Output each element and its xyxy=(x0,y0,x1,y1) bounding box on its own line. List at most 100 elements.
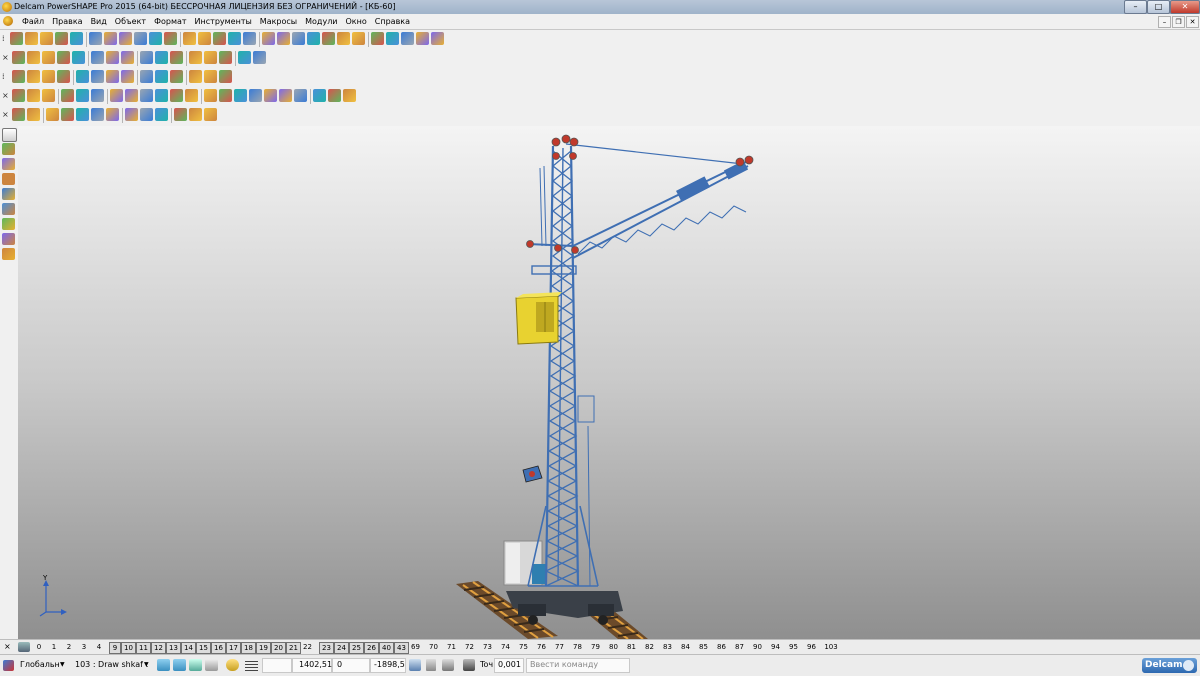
side-icon[interactable] xyxy=(42,51,55,64)
menu-item[interactable]: Окно xyxy=(342,17,371,26)
menu-item[interactable]: Файл xyxy=(18,17,48,26)
loft-icon[interactable] xyxy=(76,89,89,102)
level-button[interactable]: 81 xyxy=(625,642,638,652)
wrap-icon[interactable] xyxy=(294,89,307,102)
pen-icon[interactable] xyxy=(164,32,177,45)
measure-icon[interactable] xyxy=(442,659,454,671)
toolbar-close-icon[interactable]: × xyxy=(2,109,9,120)
feature-icon[interactable] xyxy=(189,108,202,121)
link-icon[interactable] xyxy=(219,70,232,83)
print-icon[interactable] xyxy=(55,32,68,45)
menu-item[interactable]: Правка xyxy=(48,17,86,26)
level-button[interactable]: 16 xyxy=(211,642,226,654)
fillet-icon[interactable] xyxy=(155,89,168,102)
level-button[interactable]: 2 xyxy=(64,642,74,652)
mesh-icon[interactable] xyxy=(322,32,335,45)
level-button[interactable]: 19 xyxy=(256,642,271,654)
maximize-button[interactable]: □ xyxy=(1147,0,1170,14)
paste-icon[interactable] xyxy=(119,32,132,45)
graphics-viewport[interactable]: Y xyxy=(18,126,1200,639)
pan-icon[interactable] xyxy=(106,51,119,64)
level-button[interactable]: 17 xyxy=(226,642,241,654)
level-button[interactable]: 77 xyxy=(553,642,566,652)
box-icon[interactable] xyxy=(121,70,134,83)
sweep-icon[interactable] xyxy=(61,89,74,102)
level-button[interactable]: 40 xyxy=(379,642,394,654)
level-button[interactable]: 12 xyxy=(151,642,166,654)
iso-icon[interactable] xyxy=(57,51,70,64)
tolerance-icon[interactable] xyxy=(463,659,475,671)
zoom-out-icon[interactable] xyxy=(140,51,153,64)
shade-icon[interactable] xyxy=(307,32,320,45)
wire-icon[interactable] xyxy=(219,51,232,64)
group-icon[interactable] xyxy=(155,70,168,83)
blend-icon[interactable] xyxy=(2,203,15,215)
axes-icon[interactable] xyxy=(72,51,85,64)
macro-select[interactable]: 103 : Draw shkaf ι xyxy=(75,659,148,671)
level-button[interactable]: 73 xyxy=(481,642,494,652)
solid-icon[interactable] xyxy=(12,108,25,121)
cone-icon[interactable] xyxy=(106,108,119,121)
surface-icon[interactable] xyxy=(277,32,290,45)
fillet-icon[interactable] xyxy=(125,108,138,121)
tool-icon[interactable] xyxy=(352,32,365,45)
workplane-dropdown-icon[interactable]: ▼ xyxy=(60,659,65,671)
select-icon[interactable] xyxy=(337,32,350,45)
level-button[interactable]: 11 xyxy=(136,642,151,654)
surface-cube-icon[interactable] xyxy=(2,188,15,200)
level-button[interactable]: 14 xyxy=(181,642,196,654)
curve-icon[interactable] xyxy=(228,32,241,45)
toolbar-grip-icon[interactable]: ⁞ xyxy=(2,71,9,82)
attr-icon[interactable] xyxy=(27,70,40,83)
level-button[interactable]: 96 xyxy=(805,642,818,652)
rotate-icon[interactable] xyxy=(91,51,104,64)
workplane-icon[interactable] xyxy=(3,660,14,671)
globe-icon[interactable] xyxy=(170,51,183,64)
assemble-icon[interactable] xyxy=(189,70,202,83)
mesh-icon[interactable] xyxy=(204,108,217,121)
copy-icon[interactable] xyxy=(104,32,117,45)
level-button[interactable]: 79 xyxy=(589,642,602,652)
level-button[interactable]: 9 xyxy=(109,642,121,654)
level-button[interactable]: 10 xyxy=(121,642,136,654)
extrude-icon[interactable] xyxy=(27,108,40,121)
level-button[interactable]: 25 xyxy=(349,642,364,654)
tube-icon[interactable] xyxy=(106,70,119,83)
flip-icon[interactable] xyxy=(264,89,277,102)
level-button[interactable]: 78 xyxy=(571,642,584,652)
blend-icon[interactable] xyxy=(42,89,55,102)
stitch-icon[interactable] xyxy=(249,89,262,102)
assembly-icon[interactable] xyxy=(2,248,15,260)
level-button[interactable]: 71 xyxy=(445,642,458,652)
save-icon[interactable] xyxy=(40,32,53,45)
new-icon[interactable] xyxy=(10,32,23,45)
toolbar-grip-icon[interactable]: ⁞ xyxy=(2,33,9,44)
doc-restore-button[interactable]: ❐ xyxy=(1172,16,1185,28)
text-icon[interactable] xyxy=(243,32,256,45)
level-icon[interactable] xyxy=(42,70,55,83)
chamfer-icon[interactable] xyxy=(140,108,153,121)
wireframe-icon[interactable] xyxy=(2,158,15,170)
macro-dropdown-icon[interactable]: ▼ xyxy=(144,659,149,671)
level-button[interactable]: 72 xyxy=(463,642,476,652)
select-all-icon[interactable] xyxy=(205,659,218,671)
levels-icon[interactable] xyxy=(18,642,30,652)
mat-icon[interactable] xyxy=(57,70,70,83)
level-button[interactable]: 75 xyxy=(517,642,530,652)
measure-icon[interactable] xyxy=(386,32,399,45)
menu-item[interactable]: Модули xyxy=(301,17,341,26)
box-icon[interactable] xyxy=(61,108,74,121)
sphere-icon[interactable] xyxy=(76,108,89,121)
cut-icon[interactable] xyxy=(204,89,217,102)
open-icon[interactable] xyxy=(25,32,38,45)
undo-icon[interactable] xyxy=(134,32,147,45)
level-button[interactable]: 15 xyxy=(196,642,211,654)
arc-icon[interactable] xyxy=(183,32,196,45)
menu-item[interactable]: Объект xyxy=(111,17,150,26)
rotate-icon[interactable] xyxy=(46,108,59,121)
cylinder-icon[interactable] xyxy=(91,108,104,121)
level-close-icon[interactable]: × xyxy=(4,642,11,652)
select-filter-icon[interactable] xyxy=(173,659,186,671)
trim-icon[interactable] xyxy=(27,89,40,102)
help-icon[interactable] xyxy=(431,32,444,45)
